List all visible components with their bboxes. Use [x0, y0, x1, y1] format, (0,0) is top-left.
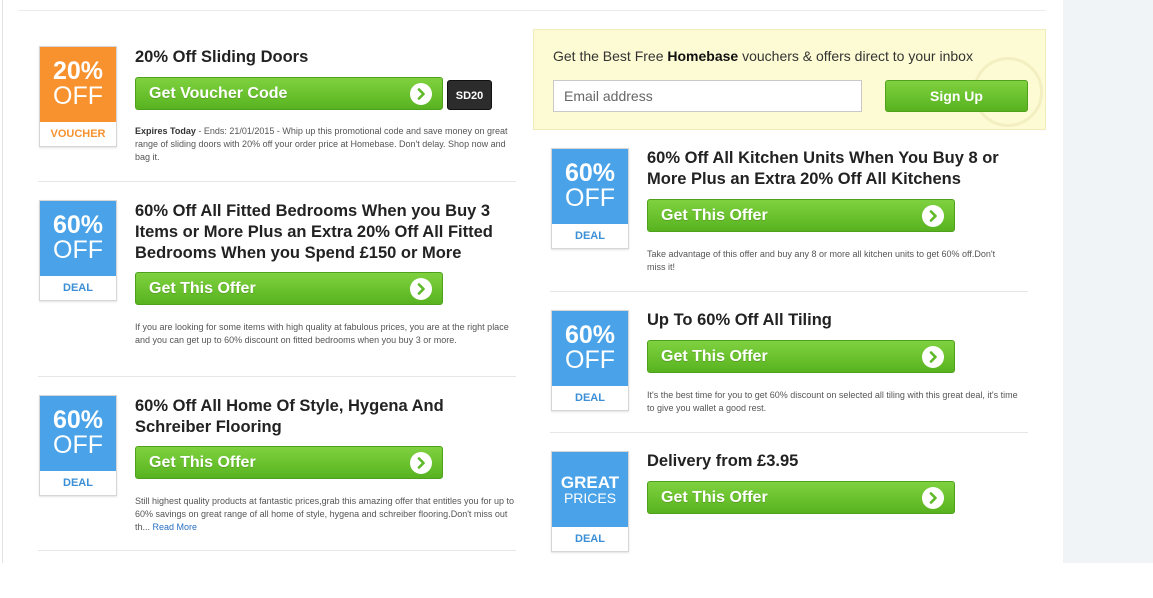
- get-this-offer-button[interactable]: Get This Offer: [647, 340, 955, 373]
- voucher-badge: 20% OFF VOUCHER: [39, 46, 117, 147]
- read-more-link[interactable]: Read More: [153, 522, 198, 532]
- offer-title[interactable]: 60% Off All Fitted Bedrooms When you Buy…: [135, 201, 515, 264]
- voucher-code-tag[interactable]: SD20: [447, 80, 492, 110]
- chevron-right-circle-icon: [410, 452, 432, 474]
- offer-description: It's the best time for you to get 60% di…: [647, 390, 1018, 413]
- deal-badge: 60% OFF DEAL: [39, 395, 117, 496]
- deal-badge: 60% OFF DEAL: [39, 200, 117, 301]
- offer-title[interactable]: Up To 60% Off All Tiling: [647, 310, 1027, 331]
- offer-description: Still highest quality products at fantas…: [135, 495, 515, 534]
- signup-prompt: Get the Best Free Homebase vouchers & of…: [553, 48, 973, 64]
- button-label: Get This Offer: [149, 280, 256, 297]
- email-field[interactable]: [553, 80, 862, 112]
- button-label: Get This Offer: [149, 454, 256, 471]
- get-voucher-code-button[interactable]: Get Voucher Code: [135, 77, 443, 110]
- offer-title[interactable]: 60% Off All Kitchen Units When You Buy 8…: [647, 148, 1027, 190]
- top-divider: [18, 10, 1046, 11]
- chevron-right-circle-icon: [922, 487, 944, 509]
- badge-off: OFF: [53, 82, 103, 110]
- offer-description: If you are looking for some items with h…: [135, 322, 509, 345]
- offer-title[interactable]: 20% Off Sliding Doors: [135, 47, 505, 68]
- offer-description: Take advantage of this offer and buy any…: [647, 249, 996, 272]
- prompt-text: vouchers & offers direct to your inbox: [738, 48, 973, 64]
- offer-title[interactable]: Delivery from £3.95: [647, 451, 1027, 472]
- expiry-label: Expires Today: [135, 126, 196, 136]
- deal-badge: 60% OFF DEAL: [551, 148, 629, 249]
- chevron-right-circle-icon: [410, 83, 432, 105]
- badge-off: OFF: [565, 184, 615, 212]
- button-label: Get This Offer: [661, 489, 768, 506]
- get-this-offer-button[interactable]: Get This Offer: [135, 272, 443, 305]
- button-label: Get This Offer: [661, 207, 768, 224]
- badge-off: OFF: [565, 346, 615, 374]
- chevron-right-circle-icon: [410, 278, 432, 300]
- sign-up-button[interactable]: Sign Up: [885, 80, 1028, 112]
- brand-name: Homebase: [667, 48, 739, 64]
- badge-type-label: DEAL: [575, 230, 605, 242]
- deal-badge: 60% OFF DEAL: [551, 310, 629, 411]
- offer-description: Expires Today - Ends: 21/01/2015 - Whip …: [135, 125, 510, 164]
- prompt-text: Get the Best Free: [553, 48, 668, 64]
- divider: [38, 376, 516, 377]
- get-this-offer-button[interactable]: Get This Offer: [647, 199, 955, 232]
- badge-percent: 60%: [564, 159, 616, 187]
- badge-percent: 60%: [52, 211, 104, 239]
- badge-type-label: VOUCHER: [50, 128, 106, 140]
- get-this-offer-button[interactable]: Get This Offer: [135, 446, 443, 479]
- badge-great: GREAT: [560, 473, 620, 492]
- badge-type-label: DEAL: [63, 477, 93, 489]
- badge-percent: 60%: [564, 321, 616, 349]
- right-gutter: [1063, 0, 1153, 563]
- get-this-offer-button[interactable]: Get This Offer: [647, 481, 955, 514]
- button-label: Get This Offer: [661, 348, 768, 365]
- badge-type-label: DEAL: [575, 392, 605, 404]
- badge-percent: 60%: [52, 406, 104, 434]
- badge-type-label: DEAL: [575, 533, 605, 545]
- chevron-right-circle-icon: [922, 346, 944, 368]
- button-label: Get Voucher Code: [149, 85, 288, 102]
- divider: [550, 432, 1028, 433]
- divider: [38, 550, 516, 551]
- deal-badge: GREAT PRICES DEAL: [551, 451, 629, 552]
- badge-type-label: DEAL: [63, 282, 93, 294]
- offer-title[interactable]: 60% Off All Home Of Style, Hygena And Sc…: [135, 396, 505, 438]
- divider: [38, 181, 516, 182]
- badge-off: OFF: [53, 236, 103, 264]
- badge-off: OFF: [53, 431, 103, 459]
- badge-percent: 20%: [52, 57, 104, 85]
- chevron-right-circle-icon: [922, 205, 944, 227]
- divider: [550, 291, 1028, 292]
- badge-prices: PRICES: [563, 490, 617, 506]
- newsletter-signup: Get the Best Free Homebase vouchers & of…: [533, 29, 1046, 130]
